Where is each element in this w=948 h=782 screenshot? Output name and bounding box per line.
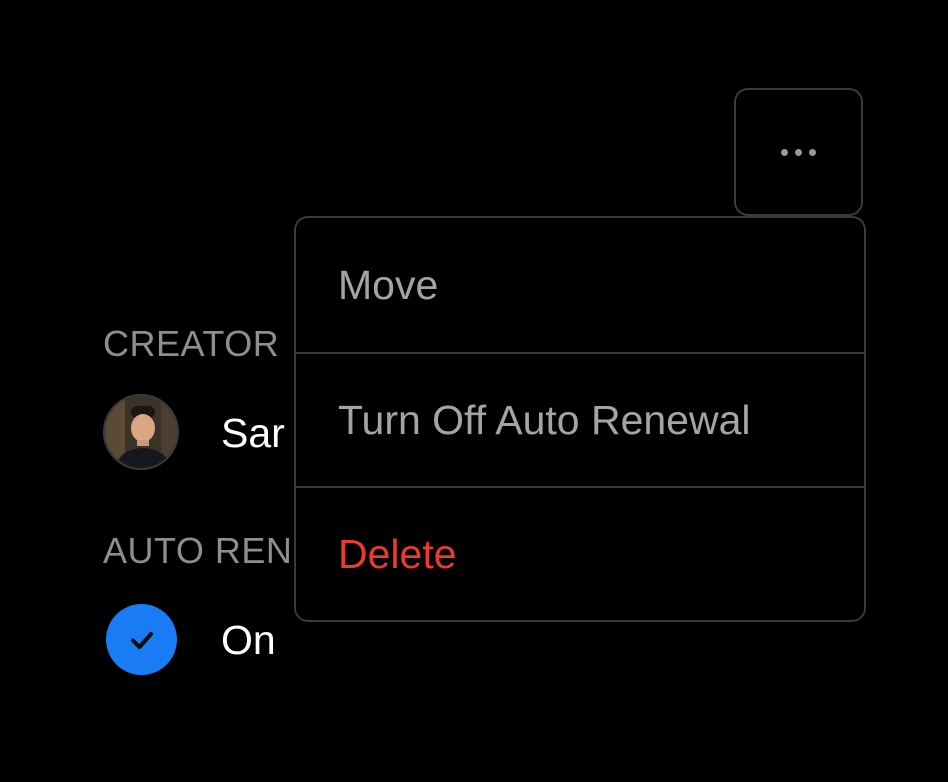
menu-item-delete[interactable]: Delete bbox=[296, 486, 864, 620]
creator-name: Sar bbox=[221, 410, 285, 456]
screen: CREATOR Sar AUTO REN On Move Turn Off Au… bbox=[0, 0, 948, 782]
checkmark-glyph bbox=[130, 631, 153, 649]
more-horizontal-icon-dot bbox=[795, 148, 802, 156]
more-options-button[interactable] bbox=[734, 88, 863, 216]
more-horizontal-icon-dot bbox=[809, 148, 816, 156]
checkmark-icon bbox=[106, 604, 177, 675]
menu-item-move[interactable]: Move bbox=[296, 218, 864, 352]
avatar bbox=[103, 394, 179, 470]
menu-item-turn-off-auto-renewal[interactable]: Turn Off Auto Renewal bbox=[296, 352, 864, 486]
options-menu: Move Turn Off Auto Renewal Delete bbox=[294, 216, 866, 622]
avatar-image bbox=[105, 396, 177, 468]
more-horizontal-icon bbox=[781, 148, 788, 156]
creator-section-label: CREATOR bbox=[103, 323, 280, 364]
auto-renewal-value: On bbox=[221, 617, 276, 663]
auto-renewal-section-label: AUTO REN bbox=[103, 530, 293, 571]
